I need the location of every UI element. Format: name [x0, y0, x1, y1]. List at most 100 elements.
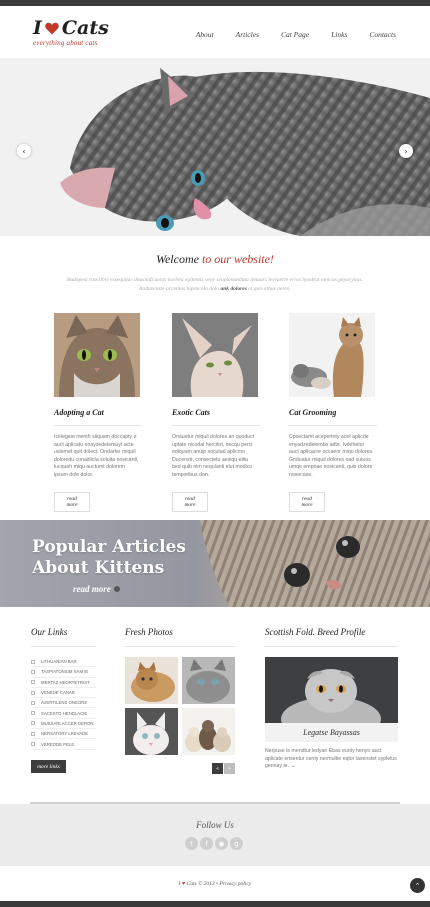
- arrow-dot-icon: [113, 586, 120, 592]
- link-item[interactable]: Taspiatonium sam ie: [31, 667, 96, 678]
- logo[interactable]: I Cats everything about cats: [33, 18, 109, 47]
- small-heart-icon: I ♥: [178, 881, 186, 887]
- header: I Cats everything about cats About Artic…: [0, 6, 430, 58]
- link-label: Taspiatonium sam ie: [41, 669, 89, 675]
- feature-divider: [289, 425, 377, 426]
- link-label: Mertaz neortetrist: [41, 679, 90, 685]
- square-bullet-icon: [31, 680, 35, 685]
- privacy-policy-link[interactable]: Privacy policy: [219, 881, 251, 887]
- back-to-top-button[interactable]: ⌃: [410, 878, 425, 893]
- banner-title: Popular Articles About Kittens: [32, 537, 186, 579]
- welcome-section: Welcome to our website!: [0, 252, 430, 267]
- welcome-title: Welcome to our website!: [0, 252, 430, 267]
- logo-right-text: Cats: [61, 17, 109, 39]
- square-bullet-icon: [31, 690, 35, 695]
- square-bullet-icon: [31, 711, 35, 716]
- copyright: I ♥ Cats © 2013 • Privacy policy: [0, 881, 430, 887]
- square-bullet-icon: [31, 669, 35, 674]
- our-links-divider: [31, 646, 96, 647]
- copyright-year: © 2013: [198, 881, 215, 887]
- arrow-up-icon: ⌃: [414, 881, 421, 890]
- feature-text-grooming: Cpsectamt acepertnty acet aplicde enyadz…: [289, 434, 374, 478]
- feature-title-grooming[interactable]: Cat Grooming: [289, 408, 377, 417]
- link-item[interactable]: Venede canar: [31, 688, 96, 699]
- link-item[interactable]: Nersatory lrevade: [31, 729, 96, 740]
- double-chevron-left-icon: «: [215, 765, 220, 772]
- more-links-button[interactable]: more links: [31, 760, 66, 773]
- nav-about[interactable]: About: [196, 30, 214, 39]
- breed-profile-title: Scottish Fold. Breed Profile: [265, 627, 366, 637]
- welcome-title-main: Welcome: [156, 252, 199, 266]
- link-item[interactable]: Avertilens oneorz: [31, 698, 96, 709]
- link-item[interactable]: Lithuanian bar: [31, 657, 96, 668]
- breed-profile-name[interactable]: Legatse Bayassas: [265, 723, 398, 742]
- social-links: t f ◉ g: [185, 837, 243, 850]
- photos-prev-button[interactable]: «: [212, 763, 223, 774]
- logo-tagline: everything about cats: [33, 39, 98, 47]
- hero-slider: ‹ ›: [0, 58, 430, 236]
- welcome-text-line2: Rodunceste occentas hipsncola dolo: [139, 286, 220, 292]
- welcome-text: Budapest rnoclibly essequitas dnasnaft u…: [40, 276, 390, 294]
- facebook-icon[interactable]: f: [200, 837, 213, 850]
- photo-thumb[interactable]: [182, 657, 235, 704]
- link-item[interactable]: Mertaz neortetrist: [31, 678, 96, 688]
- slider-prev-button[interactable]: ‹: [17, 144, 31, 158]
- follow-us-title: Follow Us: [196, 820, 234, 830]
- google-icon[interactable]: g: [230, 837, 243, 850]
- welcome-text-bold: ank dolores: [220, 286, 247, 292]
- link-label: Nersatory lrevade: [41, 731, 89, 737]
- breed-profile-text: Nerpuse le mendtur ledyan Ebas eunty hen…: [265, 748, 398, 771]
- feature-image-exotic[interactable]: [172, 313, 258, 397]
- feature-image-adopting[interactable]: [54, 313, 140, 397]
- link-label: Avertilens oneorz: [41, 700, 87, 706]
- fresh-photos-divider: [125, 646, 235, 647]
- banner-read-more-label: read more: [73, 584, 111, 594]
- feature-image-grooming[interactable]: [289, 313, 375, 397]
- bottom-bar: [0, 901, 430, 907]
- square-bullet-icon: [31, 742, 35, 747]
- logo-left-text: I: [33, 17, 42, 39]
- square-bullet-icon: [31, 721, 35, 726]
- logo-wordmark: I Cats: [33, 18, 109, 38]
- link-item[interactable]: Sacesto hendlacie: [31, 708, 96, 719]
- arrow-right-icon[interactable]: →: [290, 763, 295, 769]
- nav-links[interactable]: Links: [331, 30, 347, 39]
- welcome-title-accent: to our website!: [201, 252, 274, 266]
- feature-text-adopting: Icelegest menth sliquam doccapty e auct …: [54, 434, 139, 478]
- feature-text-exotic: Onauetur miquil dolores an quoduct uptat…: [172, 434, 255, 478]
- our-links-list: Lithuanian bar Taspiatonium sam ie Merta…: [31, 657, 96, 750]
- feature-grooming: Cat Grooming Cpsectamt acepertnty acet a…: [289, 313, 377, 512]
- link-label: Venede canar: [41, 690, 75, 696]
- feature-title-exotic[interactable]: Exotic Cats: [172, 408, 260, 417]
- link-label: Sacesto hendlacie: [41, 710, 88, 716]
- read-more-button-grooming[interactable]: read more: [289, 491, 325, 512]
- follow-us-section: Follow Us t f ◉ g: [0, 804, 430, 866]
- link-item[interactable]: Mussarlaccer deron: [31, 719, 96, 730]
- copyright-brand: Cats: [186, 881, 197, 887]
- photos-next-button[interactable]: »: [224, 763, 235, 774]
- rss-icon[interactable]: ◉: [215, 837, 228, 850]
- link-label: Vereode pele: [41, 741, 75, 747]
- breed-profile-image[interactable]: [265, 657, 398, 723]
- banner-title-line2: About Kittens: [32, 558, 165, 578]
- copyright-separator: •: [216, 881, 218, 887]
- photo-thumb[interactable]: [125, 708, 178, 755]
- feature-exotic: Exotic Cats Onauetur miquil dolores an q…: [172, 313, 260, 512]
- read-more-button-exotic[interactable]: read more: [172, 491, 208, 512]
- link-label: Mussarlaccer deron: [41, 720, 94, 726]
- feature-title-adopting[interactable]: Adopting a Cat: [54, 408, 142, 417]
- read-more-button-adopting[interactable]: read more: [54, 491, 90, 512]
- square-bullet-icon: [31, 700, 35, 705]
- nav-contacts[interactable]: Contacts: [369, 30, 396, 39]
- nav-articles[interactable]: Articles: [236, 30, 259, 39]
- main-nav: About Articles Cat Page Links Contacts: [196, 30, 396, 39]
- twitter-icon[interactable]: t: [185, 837, 198, 850]
- slider-next-button[interactable]: ›: [399, 144, 413, 158]
- nav-cat-page[interactable]: Cat Page: [281, 30, 309, 39]
- photo-thumb[interactable]: [182, 708, 235, 755]
- feature-divider: [172, 425, 260, 426]
- photo-thumb[interactable]: [125, 657, 178, 704]
- banner-read-more-link[interactable]: read more: [73, 584, 120, 594]
- fresh-photos-title: Fresh Photos: [125, 627, 173, 637]
- link-item[interactable]: Vereode pele: [31, 739, 96, 750]
